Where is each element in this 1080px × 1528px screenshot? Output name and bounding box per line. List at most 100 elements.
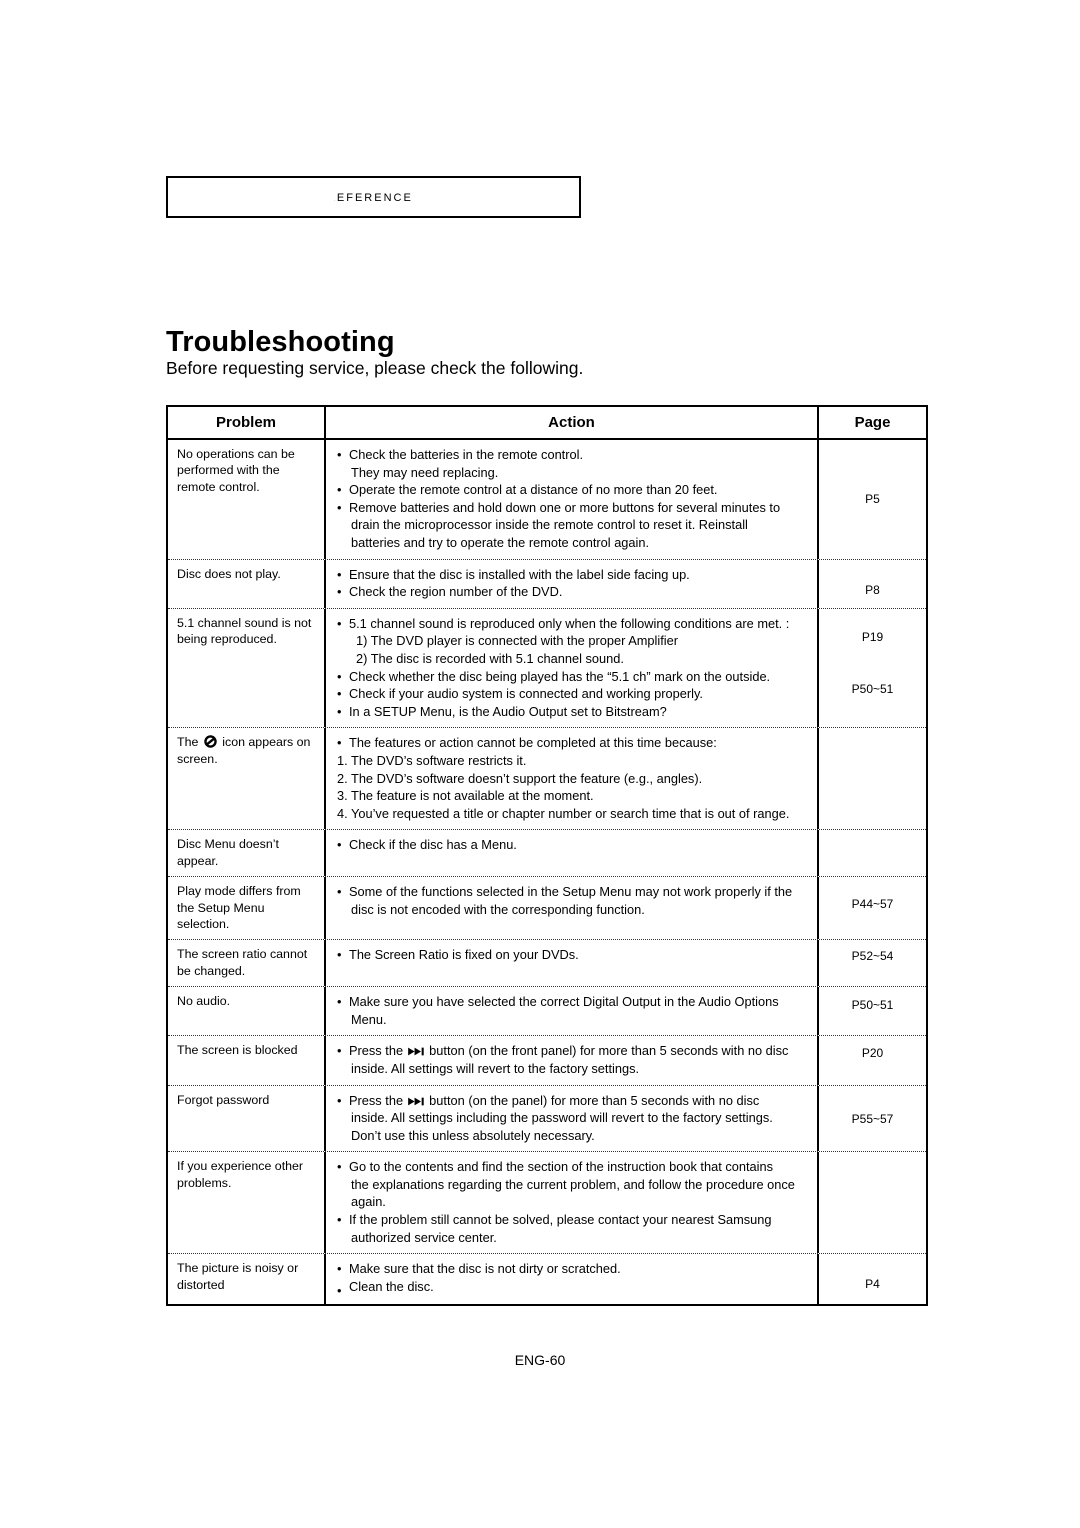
action-bullet: • Press the button (on the front panel) f…: [337, 1042, 809, 1060]
cell-problem: The screen ratio cannot be changed.: [168, 940, 326, 987]
problem-text-pre: The: [177, 735, 202, 750]
action-bullet: • Go to the contents and find the section…: [337, 1158, 809, 1176]
table-row: The icon appears on screen. • The features…: [168, 728, 926, 831]
cell-action: • Make sure you have selected the correct…: [326, 987, 819, 1036]
table-row: Forgot password • Press the button (on the…: [168, 1085, 926, 1153]
action-continuation-line: inside. All settings will revert to the …: [351, 1060, 640, 1076]
problem-text: The screen is blocked: [177, 1043, 298, 1058]
table-row: Disc does not play. • Ensure that the disc…: [168, 559, 926, 609]
page-reference: P8: [865, 582, 880, 597]
action-sub-item: 1) The DVD player is connected with the …: [356, 633, 678, 649]
action-bullet-text: Operate the remote control at a distance…: [349, 482, 718, 498]
cell-problem: The screen is blocked: [168, 1036, 326, 1085]
page-subtitle: Before requesting service, please check …: [166, 358, 584, 378]
page-reference: P52~54: [851, 948, 894, 963]
cell-problem: The picture is noisy or distorted: [168, 1254, 326, 1305]
action-continuation-line: inside. All settings including the passw…: [351, 1110, 773, 1126]
action-bullet-text: The Screen Ratio is fixed on your DVDs.: [349, 947, 579, 963]
skip-forward-icon: [407, 1047, 424, 1056]
bullet-marker: •: [337, 1282, 342, 1298]
reference-banner: REFERENCE: [166, 176, 581, 218]
cell-problem: The icon appears on screen.: [168, 728, 326, 830]
bullet-marker: •: [337, 447, 342, 462]
cell-action: • Check the batteries in the remote contr…: [326, 440, 819, 559]
action-bullet-text: Make sure that the disc is not dirty or …: [349, 1261, 621, 1277]
bullet-marker: •: [337, 1261, 342, 1277]
page-reference: P19: [861, 630, 884, 645]
problem-text: The screen ratio cannot be changed.: [177, 947, 308, 978]
action-bullet-text: Check if the disc has a Menu.: [349, 837, 517, 853]
table-row: The screen ratio cannot be changed. • The …: [168, 940, 926, 988]
footer-page-number: ENG-60: [514, 1352, 566, 1368]
action-text-pre: Press the: [349, 1092, 407, 1108]
cell-page: P55~57: [819, 1086, 926, 1152]
table-body: No operations can be performed with the …: [168, 440, 926, 1305]
table-row: No audio. • Make sure you have selected th…: [168, 987, 926, 1037]
action-numbered-item: 3. The feature is not available at the m…: [337, 788, 594, 804]
bullet-marker: •: [337, 566, 342, 582]
page-reference-secondary: P50~51: [851, 682, 894, 697]
action-numbered-item: 4. You’ve requested a title or chapter n…: [337, 805, 790, 821]
bullet-marker: •: [337, 735, 342, 751]
page-reference: P44~57: [851, 897, 894, 911]
cell-problem: Forgot password: [168, 1085, 326, 1152]
table-row: If you experience other problems. • Go to …: [168, 1152, 926, 1255]
problem-text: Disc Menu doesn’t appear.: [177, 837, 279, 868]
bullet-marker: •: [337, 499, 342, 515]
cell-problem: Play mode differs from the Setup Menu se…: [168, 877, 326, 940]
bullet-marker: •: [337, 668, 342, 684]
cell-problem: No operations can be performed with the …: [168, 440, 326, 559]
action-bullet-text: Clean the disc.: [349, 1278, 434, 1294]
table-row: Disc Menu doesn’t appear. • Check if the d…: [168, 830, 926, 878]
cell-action: • The features or action cannot be comple…: [326, 728, 819, 830]
troubleshooting-table: Problem Action Page No operations can be…: [166, 405, 928, 1307]
action-bullet-text: Some of the functions selected in the Se…: [349, 884, 793, 900]
action-bullet: • Check if the disc has a Menu.: [337, 836, 809, 854]
action-bullet: • Make sure that the disc is not dirty or…: [337, 1260, 809, 1278]
bullet-marker: •: [337, 1212, 342, 1228]
cell-page: P4: [819, 1254, 926, 1304]
cell-problem: If you experience other problems.: [168, 1152, 326, 1254]
cell-page: P50~51: [819, 987, 926, 1035]
problem-text: No audio.: [177, 994, 231, 1009]
action-bullet-text: Ensure that the disc is installed with t…: [349, 566, 690, 582]
cell-action: • Make sure that the disc is not dirty or…: [326, 1254, 819, 1305]
action-bullet-text: The features or action cannot be complet…: [349, 735, 717, 751]
table-row: The picture is noisy or distorted • Make s…: [168, 1254, 926, 1305]
cell-page: P44~57: [819, 877, 926, 939]
problem-text: The picture is noisy or distorted: [177, 1261, 299, 1292]
column-header-problem: Problem: [168, 407, 326, 438]
action-bullet: • If the problem still cannot be solved, …: [337, 1211, 809, 1229]
cell-page: [819, 728, 926, 829]
cell-action: • Press the button (on the panel) for mor…: [326, 1085, 819, 1152]
cell-action: • Check if the disc has a Menu.: [326, 830, 819, 877]
action-bullet: • Some of the functions selected in the S…: [337, 883, 809, 901]
column-header-action: Action: [326, 407, 819, 438]
problem-text: Forgot password: [177, 1092, 270, 1107]
action-bullet: • Make sure you have selected the correct…: [337, 993, 809, 1011]
reference-banner-label: REFERENCE: [334, 188, 413, 206]
action-continuation-line: Don’t use this unless absolutely necessa…: [351, 1127, 595, 1143]
cell-action: • The Screen Ratio is fixed on your DVDs.: [326, 940, 819, 987]
page-reference: P4: [865, 1276, 880, 1291]
action-continuation-line: disc is not encoded with the correspondi…: [351, 901, 645, 917]
action-bullet: • Operate the remote control at a distanc…: [337, 481, 809, 499]
bullet-marker: •: [337, 1159, 342, 1175]
cell-page: P5: [819, 440, 926, 559]
problem-text: Disc does not play.: [177, 566, 281, 581]
bullet-marker: •: [337, 482, 342, 498]
cell-page: P8: [819, 560, 926, 608]
action-bullet: • The features or action cannot be comple…: [337, 734, 809, 752]
problem-text: Play mode differs from the Setup Menu se…: [177, 884, 301, 931]
bullet-marker: •: [337, 584, 342, 600]
table-row: No operations can be performed with the …: [168, 440, 926, 560]
action-bullet: • In a SETUP Menu, is the Audio Output se…: [337, 703, 809, 721]
cell-action: • 5.1 channel sound is reproduced only wh…: [326, 608, 819, 728]
cell-page: P20: [819, 1036, 926, 1084]
action-continuation-line: again.: [351, 1194, 386, 1210]
cell-action: • Go to the contents and find the section…: [326, 1152, 819, 1254]
page-title: Troubleshooting: [166, 326, 395, 359]
action-bullet-text: Check the region number of the DVD.: [349, 584, 563, 600]
action-bullet: • 5.1 channel sound is reproduced only wh…: [337, 615, 809, 633]
cell-problem: Disc does not play.: [168, 559, 326, 608]
